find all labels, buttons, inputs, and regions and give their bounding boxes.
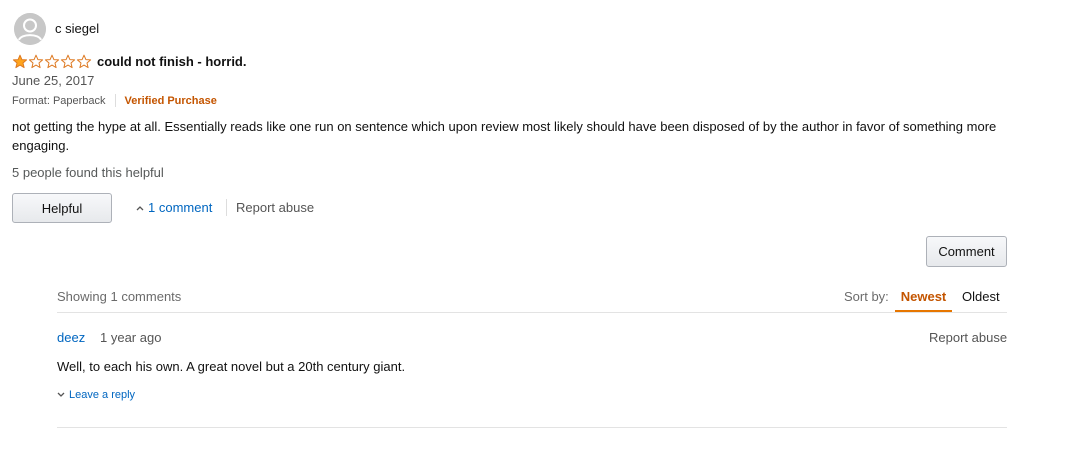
helpful-count: 5 people found this helpful bbox=[12, 165, 164, 180]
sort-newest-tab[interactable]: Newest bbox=[895, 283, 952, 312]
sort-by-label: Sort by: bbox=[844, 289, 889, 304]
comment-count-label[interactable]: 1 comment bbox=[148, 200, 212, 215]
verified-purchase-badge[interactable]: Verified Purchase bbox=[125, 95, 217, 107]
review-body: not getting the hype at all. Essentially… bbox=[12, 119, 997, 153]
comment-button[interactable]: Comment bbox=[926, 236, 1007, 267]
review-date: June 25, 2017 bbox=[12, 73, 95, 88]
format-label: Format: Paperback bbox=[12, 94, 106, 107]
star-empty-icon bbox=[44, 54, 60, 69]
comments-count-label: Showing 1 comments bbox=[57, 289, 182, 304]
sort-oldest-tab[interactable]: Oldest bbox=[962, 289, 1000, 304]
comment-author[interactable]: deez bbox=[57, 330, 85, 345]
avatar bbox=[14, 13, 46, 45]
review-meta: Format: Paperback Verified Purchase bbox=[12, 94, 217, 107]
link-divider bbox=[226, 199, 227, 216]
comments-header-divider bbox=[57, 312, 1007, 313]
leave-reply-label[interactable]: Leave a reply bbox=[69, 389, 135, 401]
comments-footer-divider bbox=[57, 427, 1007, 428]
star-empty-icon bbox=[60, 54, 76, 69]
chevron-down-icon bbox=[57, 392, 65, 397]
helpful-button[interactable]: Helpful bbox=[12, 193, 112, 223]
star-rating[interactable] bbox=[12, 54, 92, 70]
meta-divider bbox=[114, 94, 116, 107]
comments-toggle-link[interactable]: 1 comment bbox=[136, 200, 212, 215]
comment-text: Well, to each his own. A great novel but… bbox=[57, 359, 406, 374]
chevron-up-icon bbox=[136, 205, 144, 210]
leave-reply-link[interactable]: Leave a reply bbox=[57, 389, 135, 401]
star-empty-icon bbox=[76, 54, 92, 69]
star-empty-icon bbox=[28, 54, 44, 69]
review-title[interactable]: could not finish - horrid. bbox=[97, 54, 246, 69]
report-abuse-link[interactable]: Report abuse bbox=[236, 200, 314, 215]
reviewer-name[interactable]: c siegel bbox=[55, 21, 99, 36]
comment-report-abuse-link[interactable]: Report abuse bbox=[929, 330, 1007, 345]
user-avatar-icon bbox=[14, 13, 46, 45]
comment-timestamp: 1 year ago bbox=[100, 330, 162, 345]
star-filled-icon bbox=[12, 54, 28, 69]
